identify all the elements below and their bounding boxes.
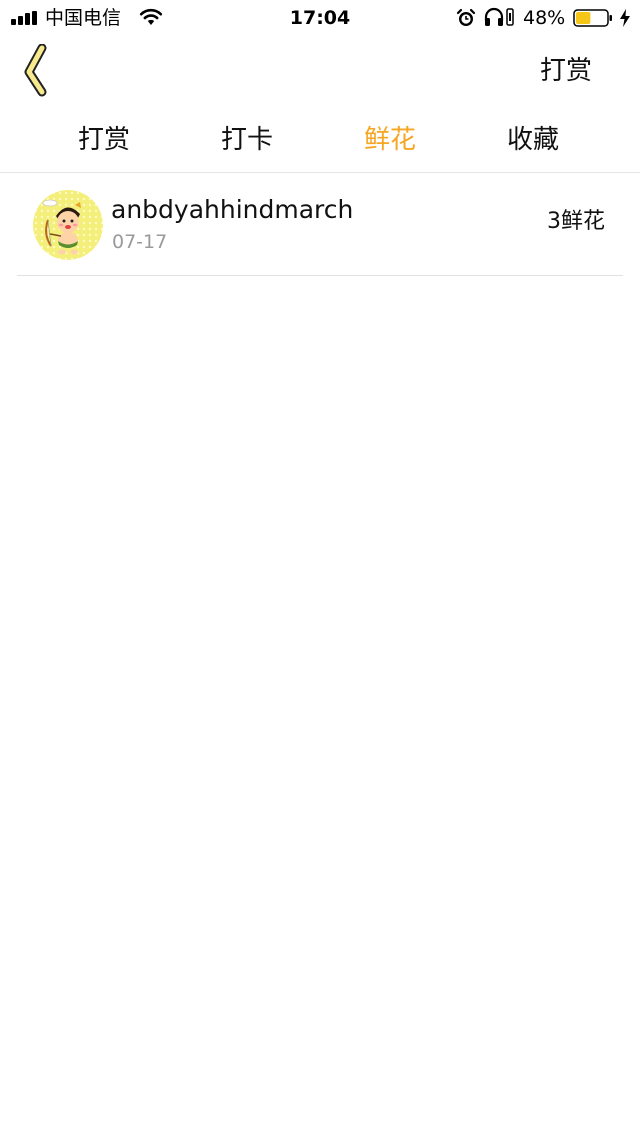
tab-favorites[interactable]: 收藏 [473,122,593,158]
nav-bar: 打赏 [0,36,640,110]
item-flower-count: 3鲜花 [547,209,605,234]
chevron-left-icon [24,43,47,97]
reward-action-button[interactable]: 打赏 [540,54,592,88]
tab-checkin[interactable]: 打卡 [187,122,307,158]
battery-icon [573,9,612,27]
battery-percent: 48% [523,7,566,29]
flower-list: anbdyahhindmarch 07-17 3鲜花 [0,173,640,276]
item-username: anbdyahhindmarch [111,195,354,224]
back-button[interactable] [14,43,70,100]
item-date: 07-17 [112,231,168,253]
alarm-icon [456,8,476,26]
avatar [33,190,103,260]
orientation-lock-icon [506,8,514,26]
headphones-icon [484,7,504,26]
tab-reward[interactable]: 打赏 [44,122,164,158]
charging-icon [620,9,630,27]
tab-bar: 打赏 打卡 鲜花 收藏 [0,110,640,173]
tab-flowers[interactable]: 鲜花 [330,122,450,158]
list-item[interactable]: anbdyahhindmarch 07-17 3鲜花 [17,173,623,276]
status-bar: 中国电信 17:04 48% [0,0,640,36]
